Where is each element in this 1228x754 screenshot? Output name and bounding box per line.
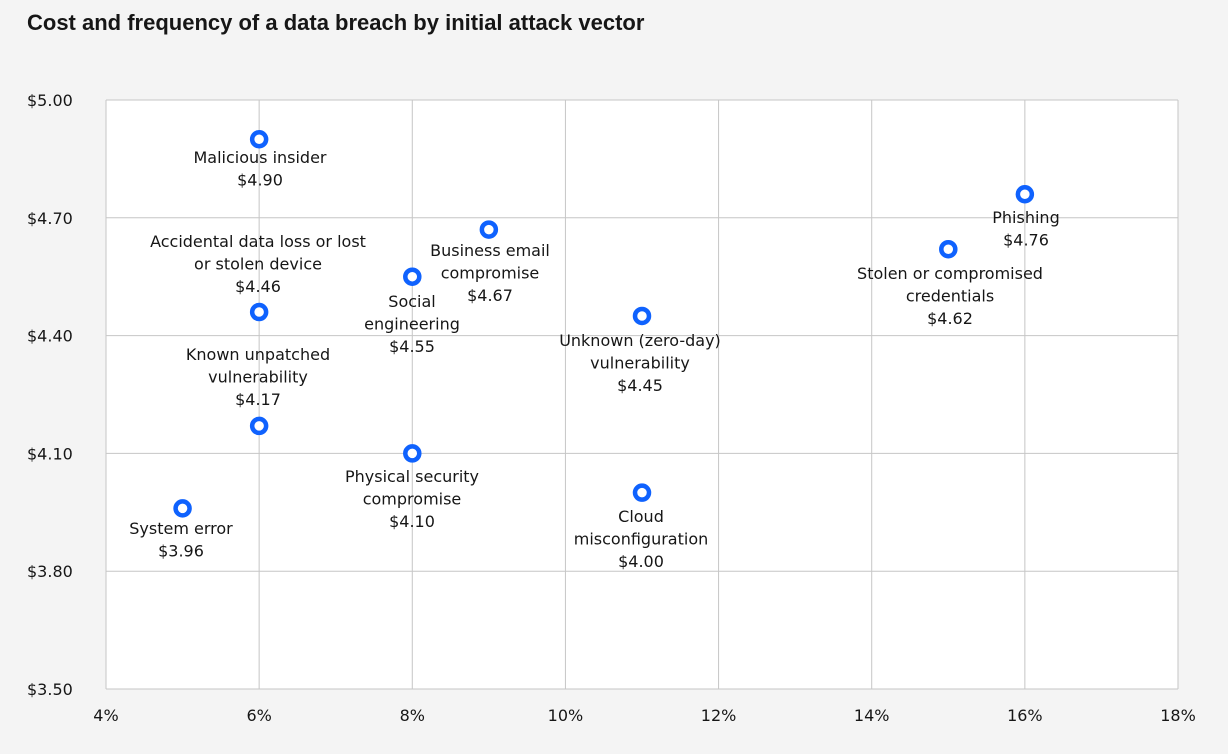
x-tick-label: 12% bbox=[701, 706, 737, 725]
x-tick-label: 18% bbox=[1160, 706, 1196, 725]
y-tick-label: $4.70 bbox=[27, 209, 73, 228]
data-point bbox=[479, 220, 499, 239]
data-point bbox=[632, 483, 652, 502]
data-point bbox=[249, 302, 269, 322]
data-point bbox=[403, 444, 422, 463]
y-tick-label: $3.50 bbox=[27, 680, 73, 699]
data-point bbox=[632, 306, 652, 326]
y-tick-label: $3.80 bbox=[27, 562, 73, 581]
x-tick-label: 8% bbox=[400, 706, 425, 725]
x-tick-label: 4% bbox=[93, 706, 118, 725]
x-tick-label: 14% bbox=[854, 706, 890, 725]
y-axis-ticks: $3.50 $3.80 $4.10 $4.40 $4.70 $5.00 bbox=[27, 91, 73, 699]
y-tick-label: $4.10 bbox=[27, 444, 73, 463]
y-tick-label: $4.40 bbox=[27, 327, 73, 346]
x-tick-label: 16% bbox=[1007, 706, 1043, 725]
y-tick-label: $5.00 bbox=[27, 91, 73, 110]
data-point bbox=[249, 130, 269, 149]
data-point bbox=[173, 499, 192, 518]
x-tick-label: 6% bbox=[246, 706, 271, 725]
data-point bbox=[403, 267, 422, 286]
x-tick-label: 10% bbox=[548, 706, 584, 725]
x-axis-ticks: 4% 6% 8% 10% 12% 14% 16% 18% bbox=[93, 706, 1195, 725]
data-point bbox=[1015, 184, 1035, 204]
scatter-chart: $3.50 $3.80 $4.10 $4.40 $4.70 $5.00 4% 6% 8% 10%… bbox=[27, 91, 1196, 725]
data-point bbox=[939, 239, 958, 259]
data-point bbox=[249, 416, 269, 436]
